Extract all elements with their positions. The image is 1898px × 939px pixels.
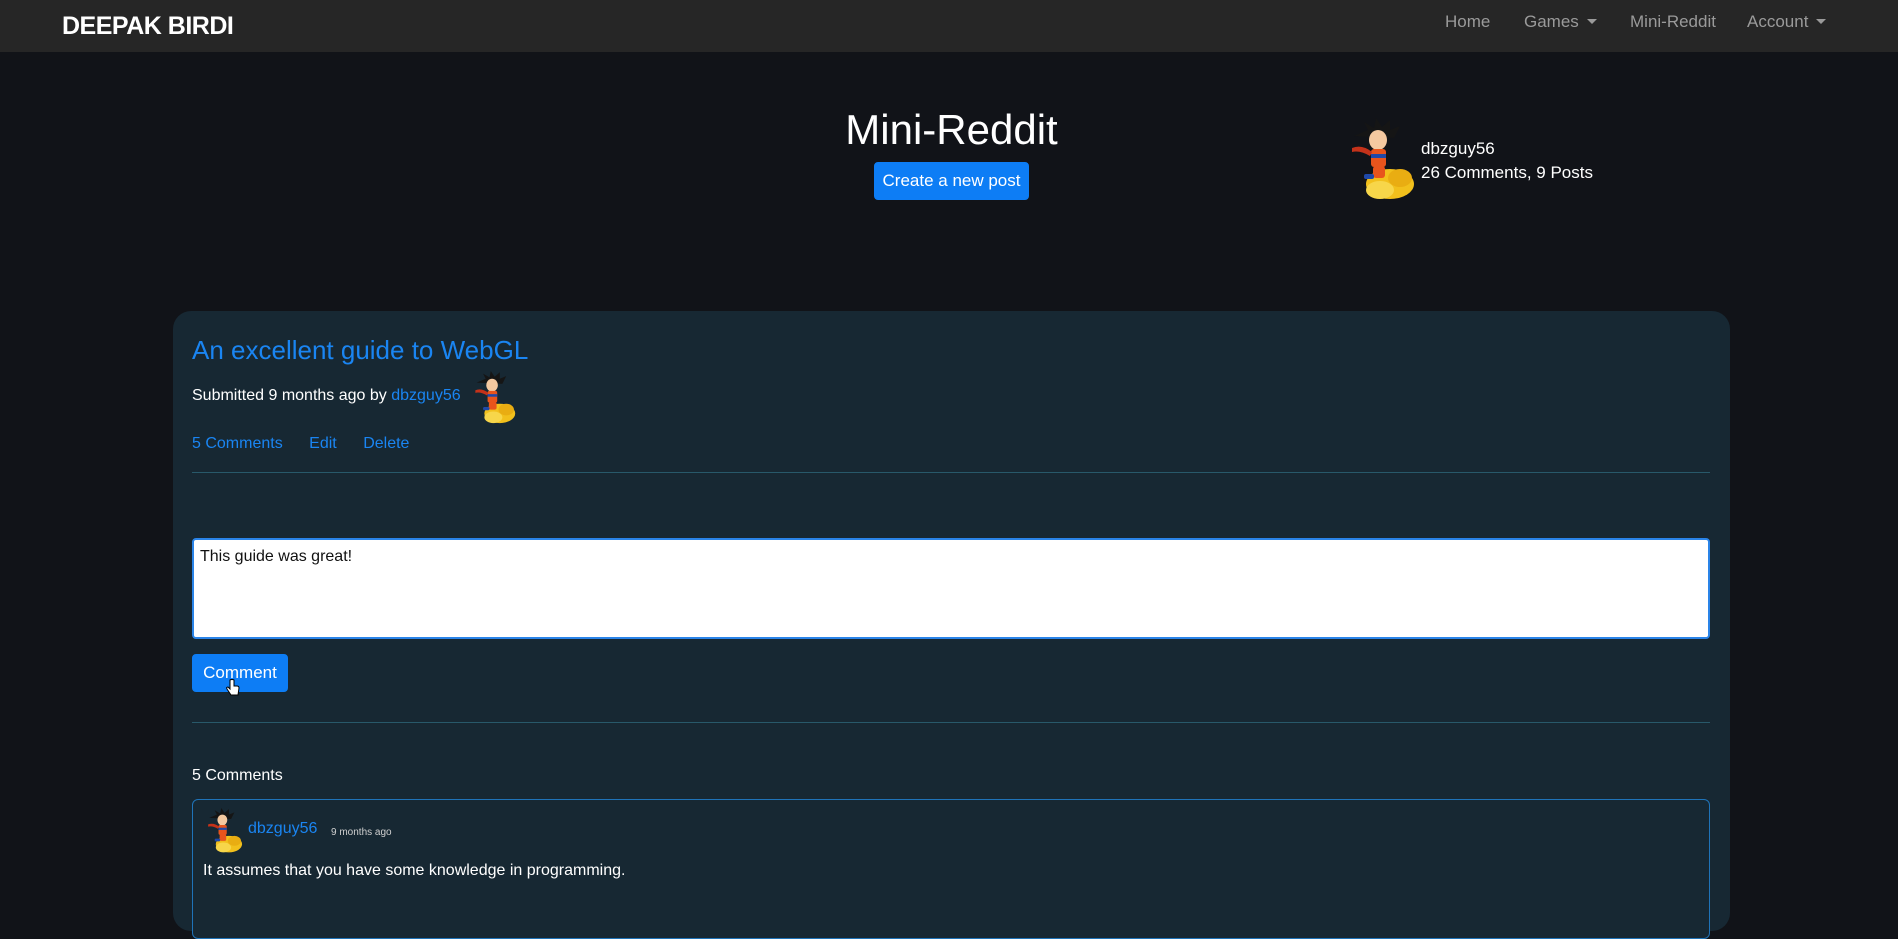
commenter-avatar xyxy=(203,808,245,854)
nav-home-link[interactable]: Home xyxy=(1445,12,1490,32)
nav-links: Home Games Mini-Reddit Account xyxy=(0,12,1898,42)
user-card-username[interactable]: dbzguy56 xyxy=(1421,139,1495,159)
user-card-stats: 26 Comments, 9 Posts xyxy=(1421,163,1593,182)
create-post-button[interactable]: Create a new post xyxy=(874,162,1029,200)
caret-down-icon xyxy=(1816,19,1827,24)
comment-item: dbzguy56 9 months ago It assumes that yo… xyxy=(192,799,1710,939)
hand-cursor-icon xyxy=(226,679,240,696)
caret-down-icon xyxy=(1586,19,1597,24)
comment-username-link[interactable]: dbzguy56 xyxy=(248,820,317,838)
user-avatar xyxy=(1340,118,1422,202)
post-card: An excellent guide to WebGL Submitted 9 … xyxy=(173,311,1730,939)
nav-account-label: Account xyxy=(1747,12,1809,31)
comment-text: It assumes that you have some knowledge … xyxy=(203,862,626,879)
edit-link[interactable]: Edit xyxy=(309,435,337,452)
comments-link[interactable]: 5 Comments xyxy=(192,435,283,452)
post-title[interactable]: An excellent guide to WebGL xyxy=(192,335,528,366)
nav-games-label: Games xyxy=(1524,12,1579,31)
comments-heading: 5 Comments xyxy=(192,767,283,784)
submitted-prefix: Submitted 9 months ago by xyxy=(192,387,387,404)
delete-link[interactable]: Delete xyxy=(363,435,409,452)
post-submitted-line: Submitted 9 months ago by dbzguy56 xyxy=(192,387,461,405)
top-navbar: DEEPAK BIRDI Home Games Mini-Reddit Acco… xyxy=(0,0,1898,52)
author-avatar xyxy=(470,371,518,425)
comment-textarea[interactable] xyxy=(192,538,1710,639)
divider xyxy=(192,472,1710,473)
post-actions: 5 Comments Edit Delete xyxy=(192,435,431,453)
nav-account-dropdown[interactable]: Account xyxy=(1747,12,1827,32)
post-author-link[interactable]: dbzguy56 xyxy=(391,387,460,404)
page-title: Mini-Reddit xyxy=(845,106,1058,153)
nav-mini-reddit-link[interactable]: Mini-Reddit xyxy=(1630,12,1716,32)
nav-games-dropdown[interactable]: Games xyxy=(1524,12,1597,32)
divider xyxy=(192,722,1710,723)
comment-timestamp: 9 months ago xyxy=(331,827,392,838)
